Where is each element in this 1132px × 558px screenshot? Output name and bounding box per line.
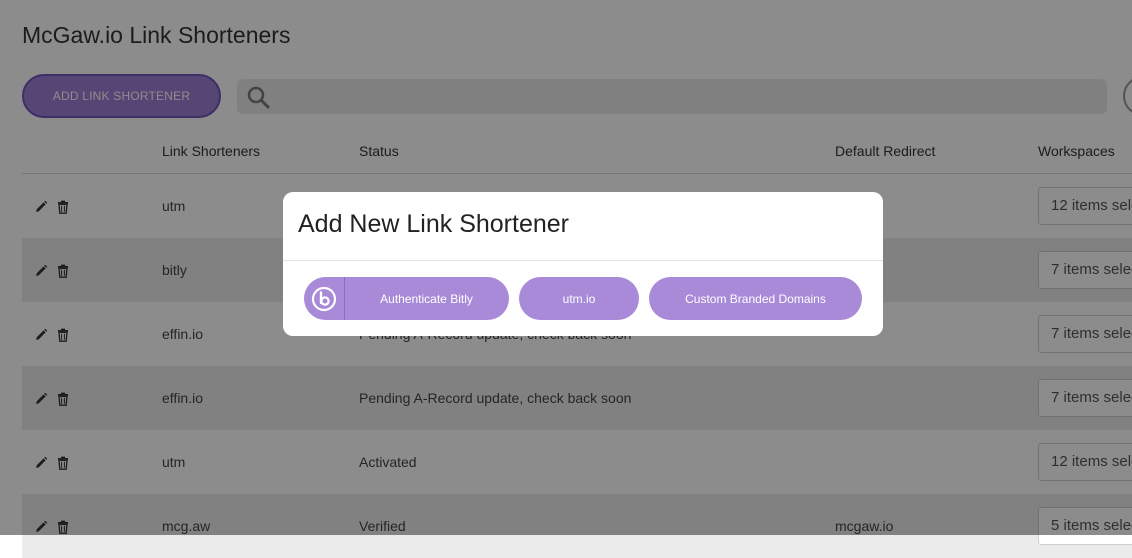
add-link-shortener-modal: Add New Link Shortener Authenticate Bitl… bbox=[283, 192, 883, 336]
authenticate-bitly-button[interactable]: Authenticate Bitly bbox=[304, 277, 509, 320]
bitly-logo-icon bbox=[304, 277, 345, 320]
authenticate-bitly-label: Authenticate Bitly bbox=[380, 291, 473, 306]
modal-divider bbox=[283, 260, 883, 261]
utm-io-button[interactable]: utm.io bbox=[519, 277, 639, 320]
modal-title: Add New Link Shortener bbox=[298, 210, 569, 238]
custom-branded-domains-button[interactable]: Custom Branded Domains bbox=[649, 277, 862, 320]
